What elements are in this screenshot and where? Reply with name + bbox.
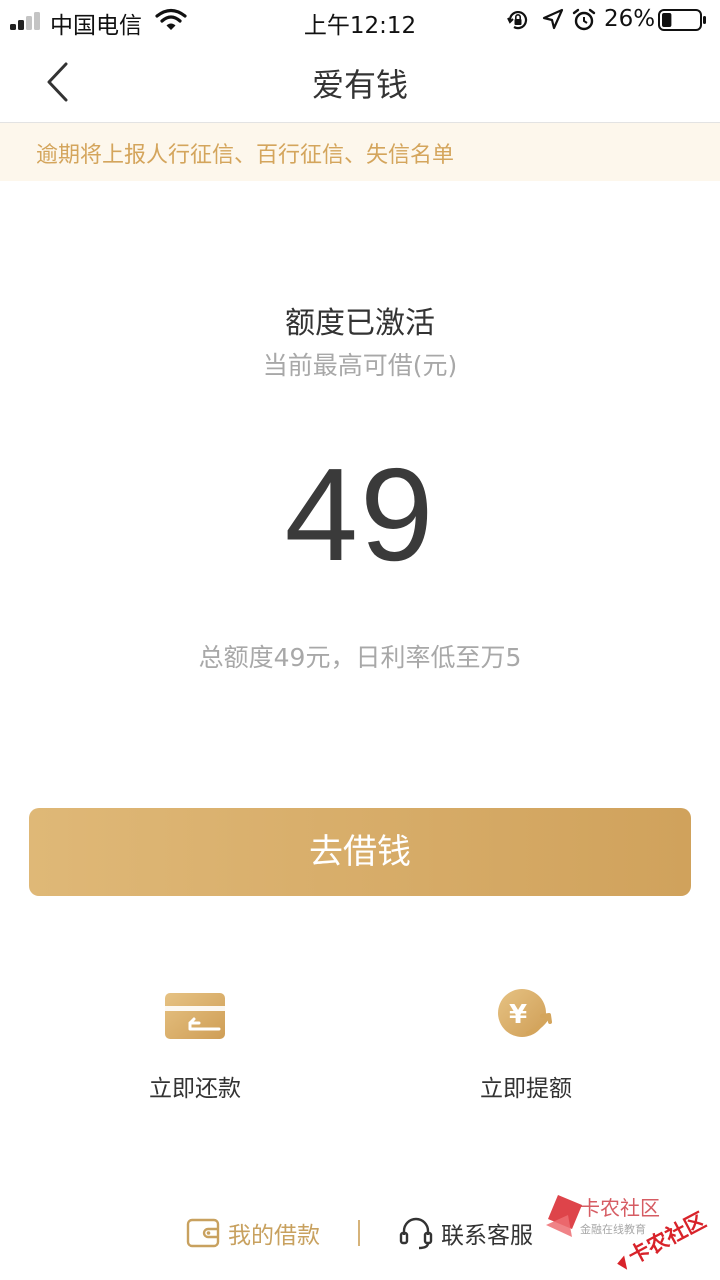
wallet-icon bbox=[186, 1218, 220, 1248]
page-title: 爱有钱 bbox=[311, 66, 408, 104]
quota-description: 总额度49元，日利率低至万5 bbox=[198, 643, 522, 672]
yen-coin-up-icon: ¥ bbox=[498, 989, 552, 1037]
customer-service-label: 联系客服 bbox=[441, 1223, 533, 1249]
repay-now-action[interactable]: 立即还款 bbox=[105, 985, 285, 1103]
card-repay-icon bbox=[165, 993, 225, 1039]
warning-text: 逾期将上报人行征信、百行征信、失信名单 bbox=[36, 143, 455, 168]
rotation-lock-icon bbox=[507, 11, 528, 30]
battery-icon bbox=[658, 9, 706, 31]
svg-text:¥: ¥ bbox=[509, 1000, 527, 1030]
raise-limit-action[interactable]: ¥ 立即提额 bbox=[436, 985, 616, 1103]
bottom-divider bbox=[358, 1220, 360, 1246]
kanong-watermark: 卡农社区 金融在线教育 卡农社区 bbox=[546, 1195, 710, 1270]
battery-percentage: 26% bbox=[604, 6, 656, 32]
location-arrow-icon bbox=[542, 8, 564, 30]
svg-text:金融在线教育: 金融在线教育 bbox=[580, 1222, 646, 1236]
headset-icon bbox=[399, 1217, 433, 1250]
raise-limit-label: 立即提额 bbox=[480, 1076, 572, 1102]
status-bar: 中国电信 上午12:12 26% bbox=[0, 0, 720, 40]
navigation-bar: 爱有钱 bbox=[0, 40, 720, 123]
alarm-clock-icon bbox=[572, 8, 596, 31]
borrow-button[interactable]: 去借钱 bbox=[29, 808, 691, 896]
available-amount: 49 bbox=[284, 441, 436, 588]
quota-subtitle: 当前最高可借(元) bbox=[262, 351, 458, 380]
quota-status: 额度已激活 bbox=[285, 306, 435, 341]
overdue-warning-banner: 逾期将上报人行征信、百行征信、失信名单 bbox=[0, 123, 720, 181]
svg-text:卡农社区: 卡农社区 bbox=[580, 1196, 660, 1220]
my-loans-label: 我的借款 bbox=[228, 1223, 320, 1249]
repay-now-label: 立即还款 bbox=[149, 1076, 241, 1102]
page: 中国电信 上午12:12 26% 爱有钱 逾期将上报人行征信、百行征信、失信名单… bbox=[0, 0, 720, 1280]
